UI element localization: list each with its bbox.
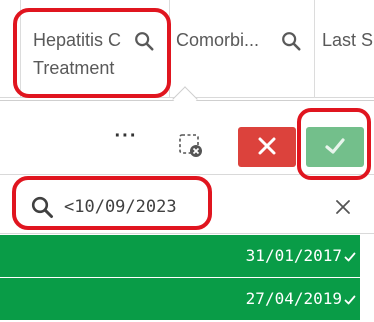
filter-popover-screen: Hepatitis C Treatment Comorbi... Last S … — [0, 0, 374, 322]
column-header-label: Hepatitis C Treatment — [33, 30, 122, 78]
list-item[interactable]: 31/01/2017 — [0, 235, 360, 278]
column-header-hepatitis-c-treatment[interactable]: Hepatitis C Treatment — [20, 0, 170, 98]
close-x-icon — [258, 137, 276, 155]
list-item[interactable]: 27/04/2019 — [0, 278, 360, 321]
table-header-row: Hepatitis C Treatment Comorbi... Last S — [0, 0, 374, 98]
clear-selections-icon[interactable] — [178, 133, 204, 159]
search-icon[interactable] — [133, 30, 155, 52]
list-item-value: 27/04/2019 — [245, 289, 342, 308]
more-options-button[interactable]: ··· — [112, 126, 140, 146]
selection-toolbar: ··· — [0, 100, 374, 170]
column-header-label: Last S — [322, 30, 374, 50]
close-icon[interactable] — [333, 197, 353, 217]
cancel-selection-button[interactable] — [238, 127, 296, 167]
search-input[interactable] — [64, 191, 314, 223]
checkmark-icon — [344, 252, 356, 262]
listbox-values: 31/01/2017 27/04/2019 — [0, 235, 360, 322]
list-item-value: 31/01/2017 — [245, 246, 342, 265]
search-icon — [31, 196, 53, 218]
column-header-comorbidities[interactable]: Comorbi... — [170, 0, 315, 98]
search-icon[interactable] — [280, 30, 302, 52]
checkmark-icon — [325, 138, 345, 154]
confirm-selection-button[interactable] — [306, 127, 364, 167]
listbox-search-bar — [0, 174, 374, 234]
column-header-last[interactable]: Last S — [315, 0, 374, 98]
checkmark-icon — [344, 295, 356, 305]
